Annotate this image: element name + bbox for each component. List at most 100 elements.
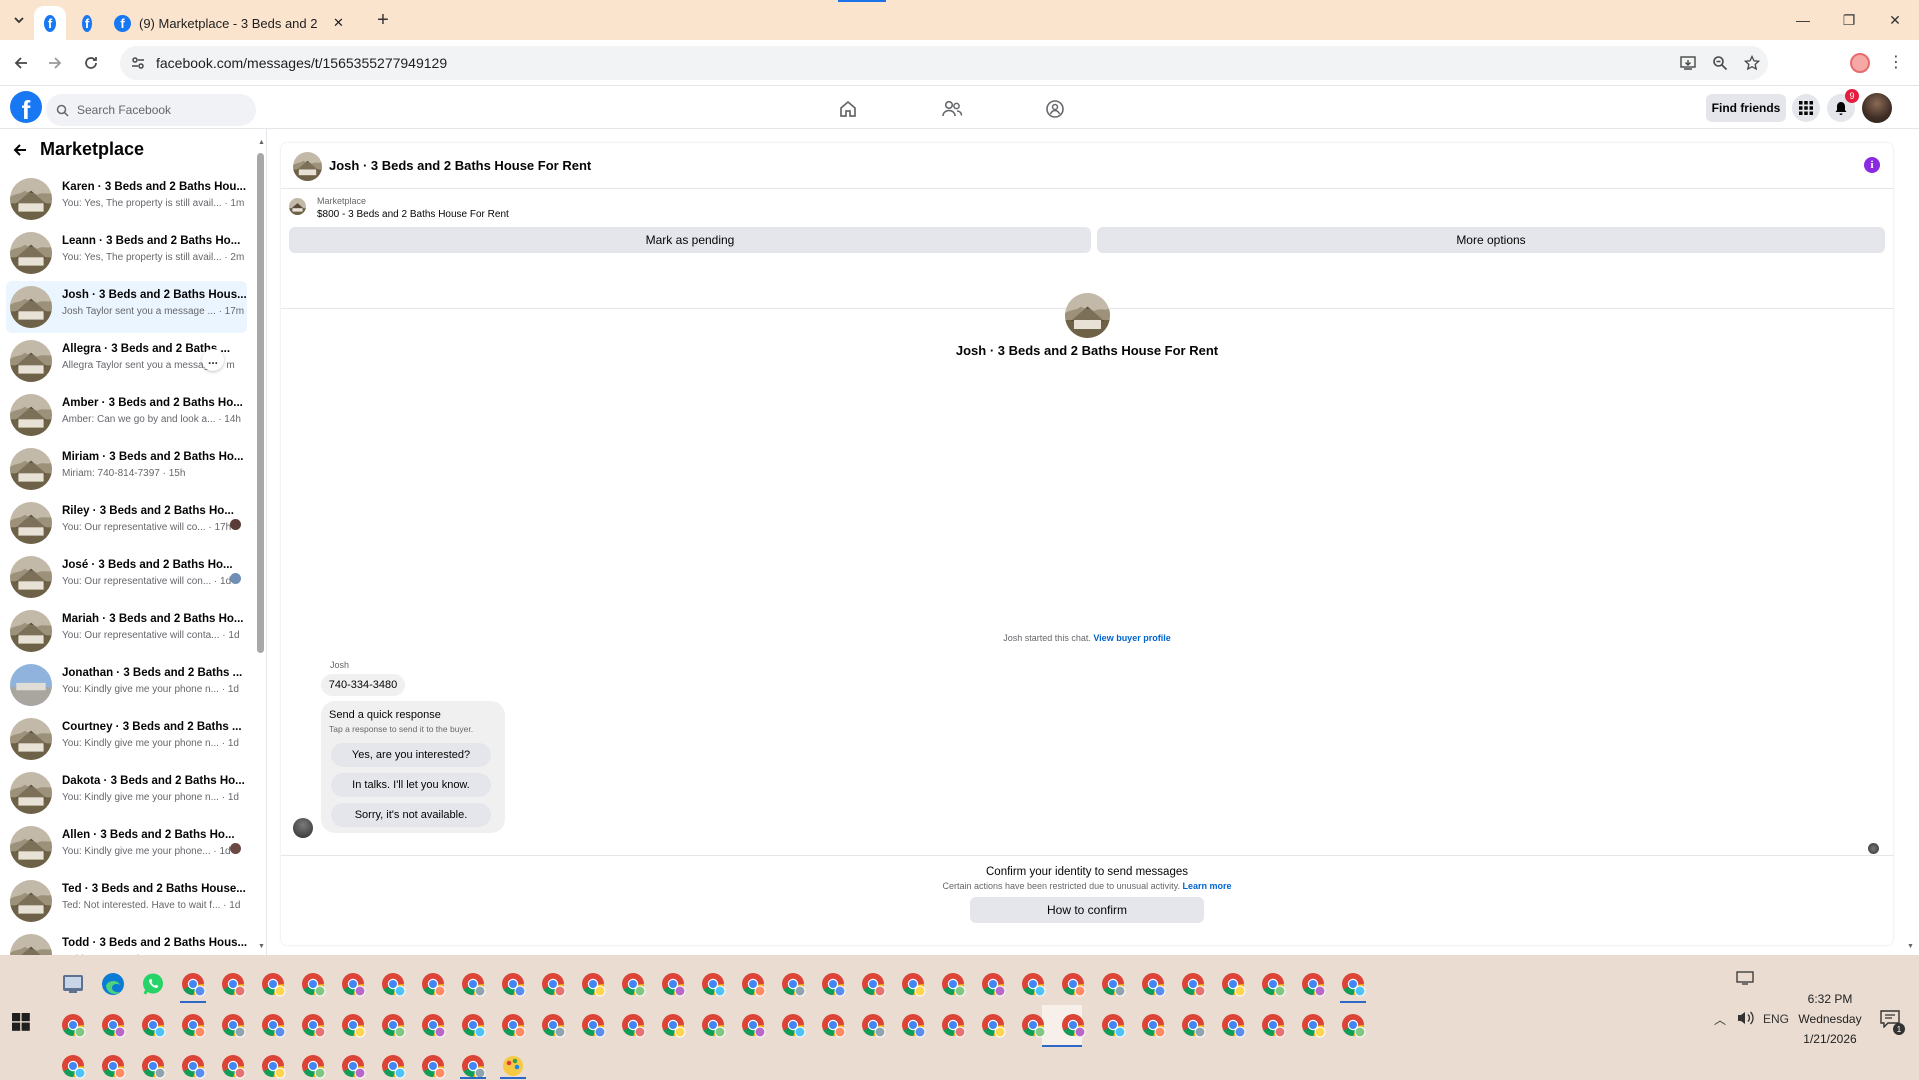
chrome-profile-icon[interactable] (460, 1012, 486, 1038)
chrome-profile-icon[interactable] (1100, 1012, 1126, 1038)
conversation-item[interactable]: Josh · 3 Beds and 2 Baths Hous... Josh Ta… (6, 281, 247, 333)
chrome-profile-icon[interactable] (820, 1012, 846, 1038)
chrome-profile-icon[interactable] (500, 971, 526, 997)
info-icon[interactable]: i (1864, 157, 1880, 173)
quick-response-yes-button[interactable]: Yes, are you interested? (331, 743, 491, 767)
chrome-profile-icon[interactable] (60, 1012, 86, 1038)
chrome-profile-icon[interactable] (860, 1012, 886, 1038)
chrome-profile-icon[interactable] (340, 1012, 366, 1038)
whatsapp-icon[interactable] (140, 971, 166, 997)
chrome-profile-icon[interactable] (460, 971, 486, 997)
chrome-profile-icon[interactable] (1220, 1012, 1246, 1038)
find-friends-button[interactable]: Find friends (1706, 94, 1786, 122)
chrome-profile-icon[interactable] (180, 1053, 206, 1079)
chrome-profile-icon[interactable] (220, 1053, 246, 1079)
message-bubble[interactable]: 740-334-3480 (321, 674, 405, 696)
address-bar[interactable]: facebook.com/messages/t/1565355277949129 (120, 46, 1768, 80)
chrome-profile-icon[interactable] (740, 1012, 766, 1038)
chrome-profile-icon[interactable] (460, 1053, 486, 1079)
conversation-item[interactable]: Courtney · 3 Beds and 2 Baths ... You: Ki… (6, 713, 247, 765)
install-app-icon[interactable] (1680, 55, 1696, 71)
chrome-profile-icon[interactable] (860, 971, 886, 997)
chrome-profile-icon[interactable] (380, 971, 406, 997)
chrome-profile-icon[interactable] (420, 1012, 446, 1038)
forward-icon[interactable] (40, 48, 70, 78)
tab-close-icon[interactable]: ✕ (333, 15, 344, 31)
chrome-profile-icon[interactable] (340, 971, 366, 997)
volume-icon[interactable] (1736, 1010, 1754, 1026)
chrome-profile-icon[interactable] (1100, 971, 1126, 997)
view-buyer-profile-link[interactable]: View buyer profile (1093, 633, 1170, 643)
chrome-profile-icon[interactable] (260, 971, 286, 997)
conversation-item[interactable]: Jonathan · 3 Beds and 2 Baths ... You: Ki… (6, 659, 247, 711)
conversation-item[interactable]: Riley · 3 Beds and 2 Baths Ho... You: Our… (6, 497, 247, 549)
chrome-profile-icon[interactable] (1180, 1012, 1206, 1038)
chrome-profile-icon[interactable] (1300, 1012, 1326, 1038)
chrome-profile-icon[interactable] (140, 1012, 166, 1038)
facebook-search-input[interactable]: Search Facebook (46, 94, 256, 126)
chrome-profile-icon[interactable] (300, 1053, 326, 1079)
new-tab-button[interactable]: + (368, 6, 398, 34)
chrome-profile-icon[interactable] (700, 1012, 726, 1038)
chrome-profile-icon[interactable] (900, 1012, 926, 1038)
conversation-item[interactable]: Miriam · 3 Beds and 2 Baths Ho... Miriam:… (6, 443, 247, 495)
url-text[interactable]: facebook.com/messages/t/1565355277949129 (156, 55, 447, 71)
back-icon[interactable] (6, 48, 36, 78)
conversation-item[interactable]: Leann · 3 Beds and 2 Baths Ho... You: Yes… (6, 227, 247, 279)
how-to-confirm-button[interactable]: How to confirm (970, 897, 1204, 923)
minimize-button[interactable]: — (1780, 0, 1826, 40)
chrome-profile-icon[interactable] (780, 971, 806, 997)
chrome-profile-icon[interactable] (420, 1053, 446, 1079)
home-icon[interactable] (828, 92, 868, 126)
bookmark-star-icon[interactable] (1744, 55, 1760, 71)
chrome-profile-icon[interactable] (260, 1012, 286, 1038)
chrome-profile-icon[interactable] (1220, 971, 1246, 997)
conversation-item[interactable]: José · 3 Beds and 2 Baths Ho... You: Our … (6, 551, 247, 603)
page-scrollbar[interactable]: ▼ (1906, 143, 1915, 953)
chrome-profile-icon[interactable] (540, 1012, 566, 1038)
chrome-profile-icon[interactable] (380, 1012, 406, 1038)
scrollbar-thumb[interactable] (257, 153, 264, 653)
scroll-down-arrow-icon[interactable]: ▼ (258, 943, 265, 950)
conversation-more-options-button[interactable]: ... (202, 349, 224, 371)
conversation-item[interactable]: Dakota · 3 Beds and 2 Baths Ho... You: Ki… (6, 767, 247, 819)
page-scroll-down-icon[interactable]: ▼ (1907, 943, 1914, 950)
chrome-profile-icon[interactable] (100, 1053, 126, 1079)
chrome-profile-icon[interactable] (300, 1012, 326, 1038)
tab-facebook-2[interactable]: f (72, 6, 102, 40)
chrome-profile-icon[interactable] (220, 971, 246, 997)
browser-menu-icon[interactable]: ⋮ (1888, 52, 1904, 72)
chrome-profile-icon[interactable] (580, 971, 606, 997)
more-options-button[interactable]: More options (1097, 227, 1885, 253)
chrome-profile-icon[interactable] (980, 1012, 1006, 1038)
quick-response-not-available-button[interactable]: Sorry, it's not available. (331, 803, 491, 827)
chrome-profile-icon[interactable] (940, 971, 966, 997)
chat-listing-avatar[interactable] (293, 152, 322, 181)
back-arrow-icon[interactable] (12, 142, 28, 158)
chrome-profile-icon[interactable] (1140, 971, 1166, 997)
chrome-profile-icon[interactable] (1060, 1012, 1086, 1038)
paint-app-icon[interactable] (500, 1053, 526, 1079)
chrome-profile-icon[interactable] (180, 971, 206, 997)
chrome-profile-icon[interactable] (820, 971, 846, 997)
conversation-item[interactable]: Amber · 3 Beds and 2 Baths Ho... Amber: C… (6, 389, 247, 441)
chrome-profile-icon[interactable] (1260, 1012, 1286, 1038)
chrome-profile-icon[interactable] (60, 1053, 86, 1079)
chrome-profile-icon[interactable] (660, 1012, 686, 1038)
clock[interactable]: 6:32 PM Wednesday 1/21/2026 (1790, 989, 1870, 1049)
windows-start-icon[interactable] (12, 1013, 30, 1031)
chrome-profile-icon[interactable] (580, 1012, 606, 1038)
chrome-profile-icon[interactable] (100, 1012, 126, 1038)
conversation-item[interactable]: Todd · 3 Beds and 2 Baths Hous...Todd: I… (6, 929, 247, 955)
zoom-icon[interactable] (1712, 55, 1728, 71)
close-window-button[interactable]: ✕ (1872, 0, 1918, 40)
friends-icon[interactable] (932, 92, 972, 126)
chrome-profile-icon[interactable] (1180, 971, 1206, 997)
sidebar-scrollbar[interactable]: ▲ ▼ (256, 137, 265, 955)
tab-search-chevron-icon[interactable] (4, 6, 34, 34)
edge-browser-icon[interactable] (100, 971, 126, 997)
chrome-profile-icon[interactable] (380, 1053, 406, 1079)
chrome-profile-icon[interactable] (500, 1012, 526, 1038)
chrome-profile-icon[interactable] (780, 1012, 806, 1038)
conversation-item[interactable]: Mariah · 3 Beds and 2 Baths Ho... You: Ou… (6, 605, 247, 657)
